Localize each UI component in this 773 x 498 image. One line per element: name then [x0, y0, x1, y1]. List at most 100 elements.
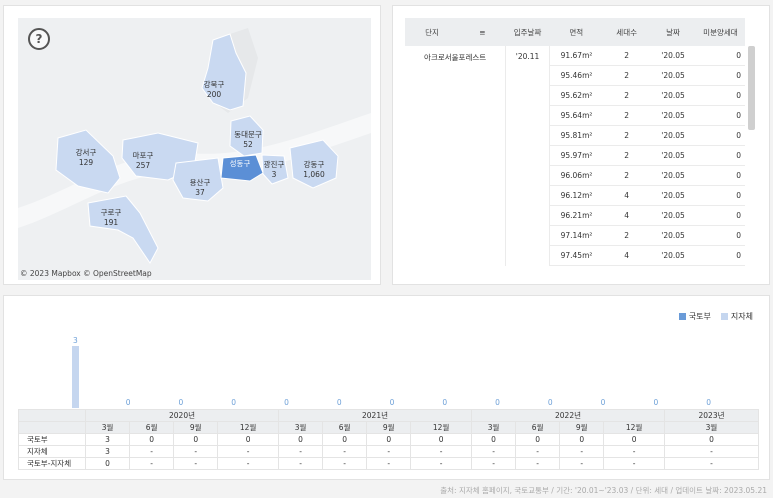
- district-label-guro: 구로구 191: [100, 208, 122, 227]
- chart-legend: 국토부 지자체: [678, 311, 753, 322]
- grid-cell: 0: [277, 433, 324, 446]
- cell-date: '20.05: [650, 165, 696, 186]
- cell-units: 2: [603, 125, 651, 146]
- cell-area: 95.64m²: [549, 105, 604, 126]
- sort-icon[interactable]: ≡: [479, 28, 485, 37]
- col-unsold[interactable]: 미분양세대: [695, 18, 745, 46]
- seoul-district-map[interactable]: ? 강북구 200 동대문구 52 강서구 129 마포구 257 성동구 광진구 3 강…: [18, 18, 371, 280]
- district-label-seongdong: 성동구: [229, 159, 251, 168]
- cell-unsold: 0: [695, 205, 745, 226]
- grid-cell: -: [217, 457, 279, 470]
- bar-value-label: 0: [495, 398, 500, 407]
- legend-item-local[interactable]: 지자체: [720, 311, 753, 322]
- district-label-gangdong: 강동구 1,060: [303, 160, 325, 179]
- cell-units: 2: [603, 46, 651, 66]
- month-header: 3월: [277, 421, 324, 434]
- grid-cell: -: [603, 457, 665, 470]
- grid-cell: 0: [603, 433, 665, 446]
- cell-unsold: 0: [695, 245, 745, 266]
- help-icon[interactable]: ?: [28, 28, 50, 50]
- cell-area: 96.12m²: [549, 185, 604, 206]
- grid-cell: -: [515, 457, 561, 470]
- district-label-gangbuk: 강북구 200: [203, 80, 225, 99]
- grid-cell: 0: [173, 433, 219, 446]
- cell-unsold: 0: [695, 85, 745, 106]
- grid-cell: 0: [559, 433, 605, 446]
- bar-value-label: 0: [389, 398, 395, 407]
- grid-cell: -: [217, 445, 279, 458]
- chart-data-table: 2020년 2021년 2022년 2023년 3월 6월 9월 12월 3월 6월 9월 12월 3월…: [18, 409, 759, 470]
- grid-cell: 0: [664, 433, 759, 446]
- cell-area: 95.97m²: [549, 145, 604, 166]
- table-scrollbar[interactable]: [748, 46, 755, 130]
- year-header: 2023년: [664, 409, 759, 422]
- cell-units: 4: [603, 245, 651, 266]
- apartment-table-body: 아크로서울포레스트 '20.11 91.67m² 2'20.05 0 95.46m² 2'2…: [405, 46, 745, 266]
- bar-value-label: 0: [547, 398, 553, 407]
- grid-row: 국토부 3 0 0 0 0 0 0 0 0 0 0 0 0: [18, 433, 759, 446]
- month-header: 6월: [515, 421, 561, 434]
- col-units[interactable]: 세대수: [603, 18, 651, 46]
- bar-local-gov[interactable]: [72, 346, 80, 408]
- grid-row: 국토부-지자체 0- - - - - - - - - - - -: [18, 457, 759, 470]
- district-guro[interactable]: [87, 195, 159, 264]
- year-header: 2020년: [85, 409, 279, 422]
- legend-swatch-molit: [678, 313, 686, 320]
- cell-unsold: 0: [695, 65, 745, 86]
- cell-date: '20.05: [650, 85, 696, 106]
- cell-unsold: 0: [695, 225, 745, 246]
- district-label-gangseo: 강서구 129: [75, 148, 97, 167]
- cell-date: '20.05: [650, 185, 696, 206]
- grid-cell: 0: [84, 457, 131, 470]
- district-label-yongsan: 용산구 37: [189, 178, 211, 197]
- cell-area: 97.14m²: [549, 225, 604, 246]
- col-move-in[interactable]: 입주날짜: [505, 18, 550, 46]
- cell-unsold: 0: [695, 46, 745, 66]
- legend-swatch-local: [720, 313, 728, 320]
- month-header: 12월: [217, 421, 279, 434]
- col-complex[interactable]: 단지 ≡: [405, 18, 506, 46]
- cell-date: '20.05: [650, 65, 696, 86]
- cell-unsold: 0: [695, 185, 745, 206]
- cell-date: '20.05: [650, 205, 696, 226]
- cell-area: 96.06m²: [549, 165, 604, 186]
- grid-cell: -: [603, 445, 665, 458]
- bar-value-label: 0: [706, 398, 711, 407]
- grid-cell: -: [664, 457, 759, 470]
- cell-date: '20.05: [650, 145, 696, 166]
- cell-area: 95.81m²: [549, 125, 604, 146]
- bar-chart-plot: 3 0 0 0 0 0 0 0 0 0 0 0 0: [72, 336, 761, 408]
- bar-value-label: 0: [442, 398, 448, 407]
- grid-cell: -: [515, 445, 561, 458]
- apartment-table-panel: 단지 ≡ 입주날짜 면적 세대수 날짜 미분양세대 아크로서울포레스트 '20.1…: [392, 5, 770, 285]
- grid-cell: -: [470, 457, 517, 470]
- cell-date: '20.05: [650, 245, 696, 266]
- bar-value-label: 0: [178, 398, 184, 407]
- col-date[interactable]: 날짜: [650, 18, 696, 46]
- grid-row-label: 국토부: [18, 433, 86, 446]
- grid-cell: -: [322, 445, 368, 458]
- month-header: 3월: [470, 421, 517, 434]
- grid-cell: -: [559, 457, 605, 470]
- table-row[interactable]: 아크로서울포레스트 '20.11 91.67m² 2'20.05 0: [405, 46, 745, 266]
- map-attribution[interactable]: © 2023 Mapbox © OpenStreetMap: [20, 269, 152, 278]
- col-area[interactable]: 면적: [549, 18, 604, 46]
- complex-name: 아크로서울포레스트: [405, 46, 507, 266]
- cell-date: '20.05: [650, 46, 696, 66]
- cell-units: 2: [603, 65, 651, 86]
- grid-cell: 0: [129, 433, 175, 446]
- bar-value-label: 0: [600, 398, 606, 407]
- footnote: 출처: 지자체 홈페이지, 국토교통부 / 기간: '20.01~'23.03 …: [440, 486, 767, 495]
- grid-cell: -: [410, 445, 472, 458]
- cell-units: 4: [603, 205, 651, 226]
- grid-cell: 3: [84, 433, 131, 446]
- grid-cell: -: [129, 445, 175, 458]
- cell-units: 2: [603, 85, 651, 106]
- grid-cell: -: [366, 445, 412, 458]
- legend-item-molit[interactable]: 국토부: [678, 311, 711, 322]
- grid-cell: -: [322, 457, 368, 470]
- grid-row-label: 국토부-지자체: [18, 457, 86, 470]
- grid-cell: -: [173, 457, 219, 470]
- month-header: 9월: [559, 421, 605, 434]
- month-header: 12월: [410, 421, 472, 434]
